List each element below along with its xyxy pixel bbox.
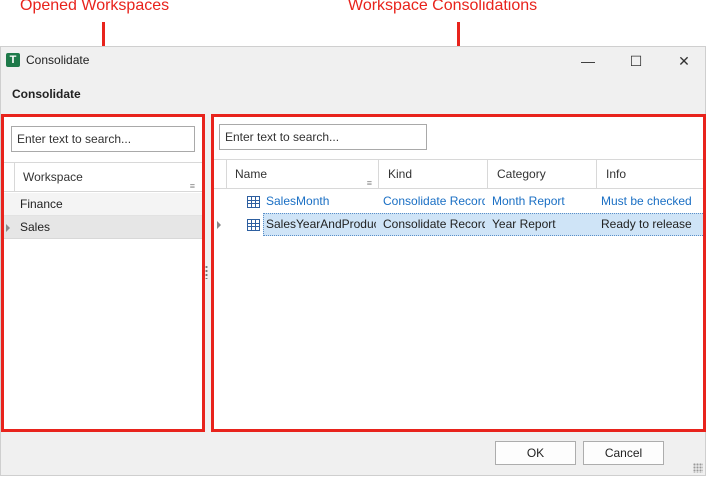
close-button[interactable]: ✕ — [661, 47, 707, 75]
cancel-button[interactable]: Cancel — [583, 441, 664, 465]
highlight-workspace-consolidations — [211, 114, 706, 432]
title-bar: T Consolidate — ☐ ✕ — [1, 47, 705, 75]
resize-grip-icon[interactable] — [693, 463, 703, 473]
maximize-button[interactable]: ☐ — [613, 47, 659, 75]
ok-button[interactable]: OK — [495, 441, 576, 465]
consolidate-dialog: T Consolidate — ☐ ✕ Consolidate Enter te… — [0, 46, 706, 476]
app-icon: T — [6, 53, 20, 67]
panel-splitter[interactable] — [205, 265, 208, 279]
minimize-button[interactable]: — — [565, 47, 611, 75]
annotation-workspace-consolidations: Workspace Consolidations — [348, 0, 538, 14]
window-title: Consolidate — [26, 53, 90, 67]
highlight-opened-workspaces — [1, 114, 205, 432]
annotation-opened-workspaces: Opened Workspaces — [20, 0, 170, 14]
page-title: Consolidate — [12, 87, 81, 101]
